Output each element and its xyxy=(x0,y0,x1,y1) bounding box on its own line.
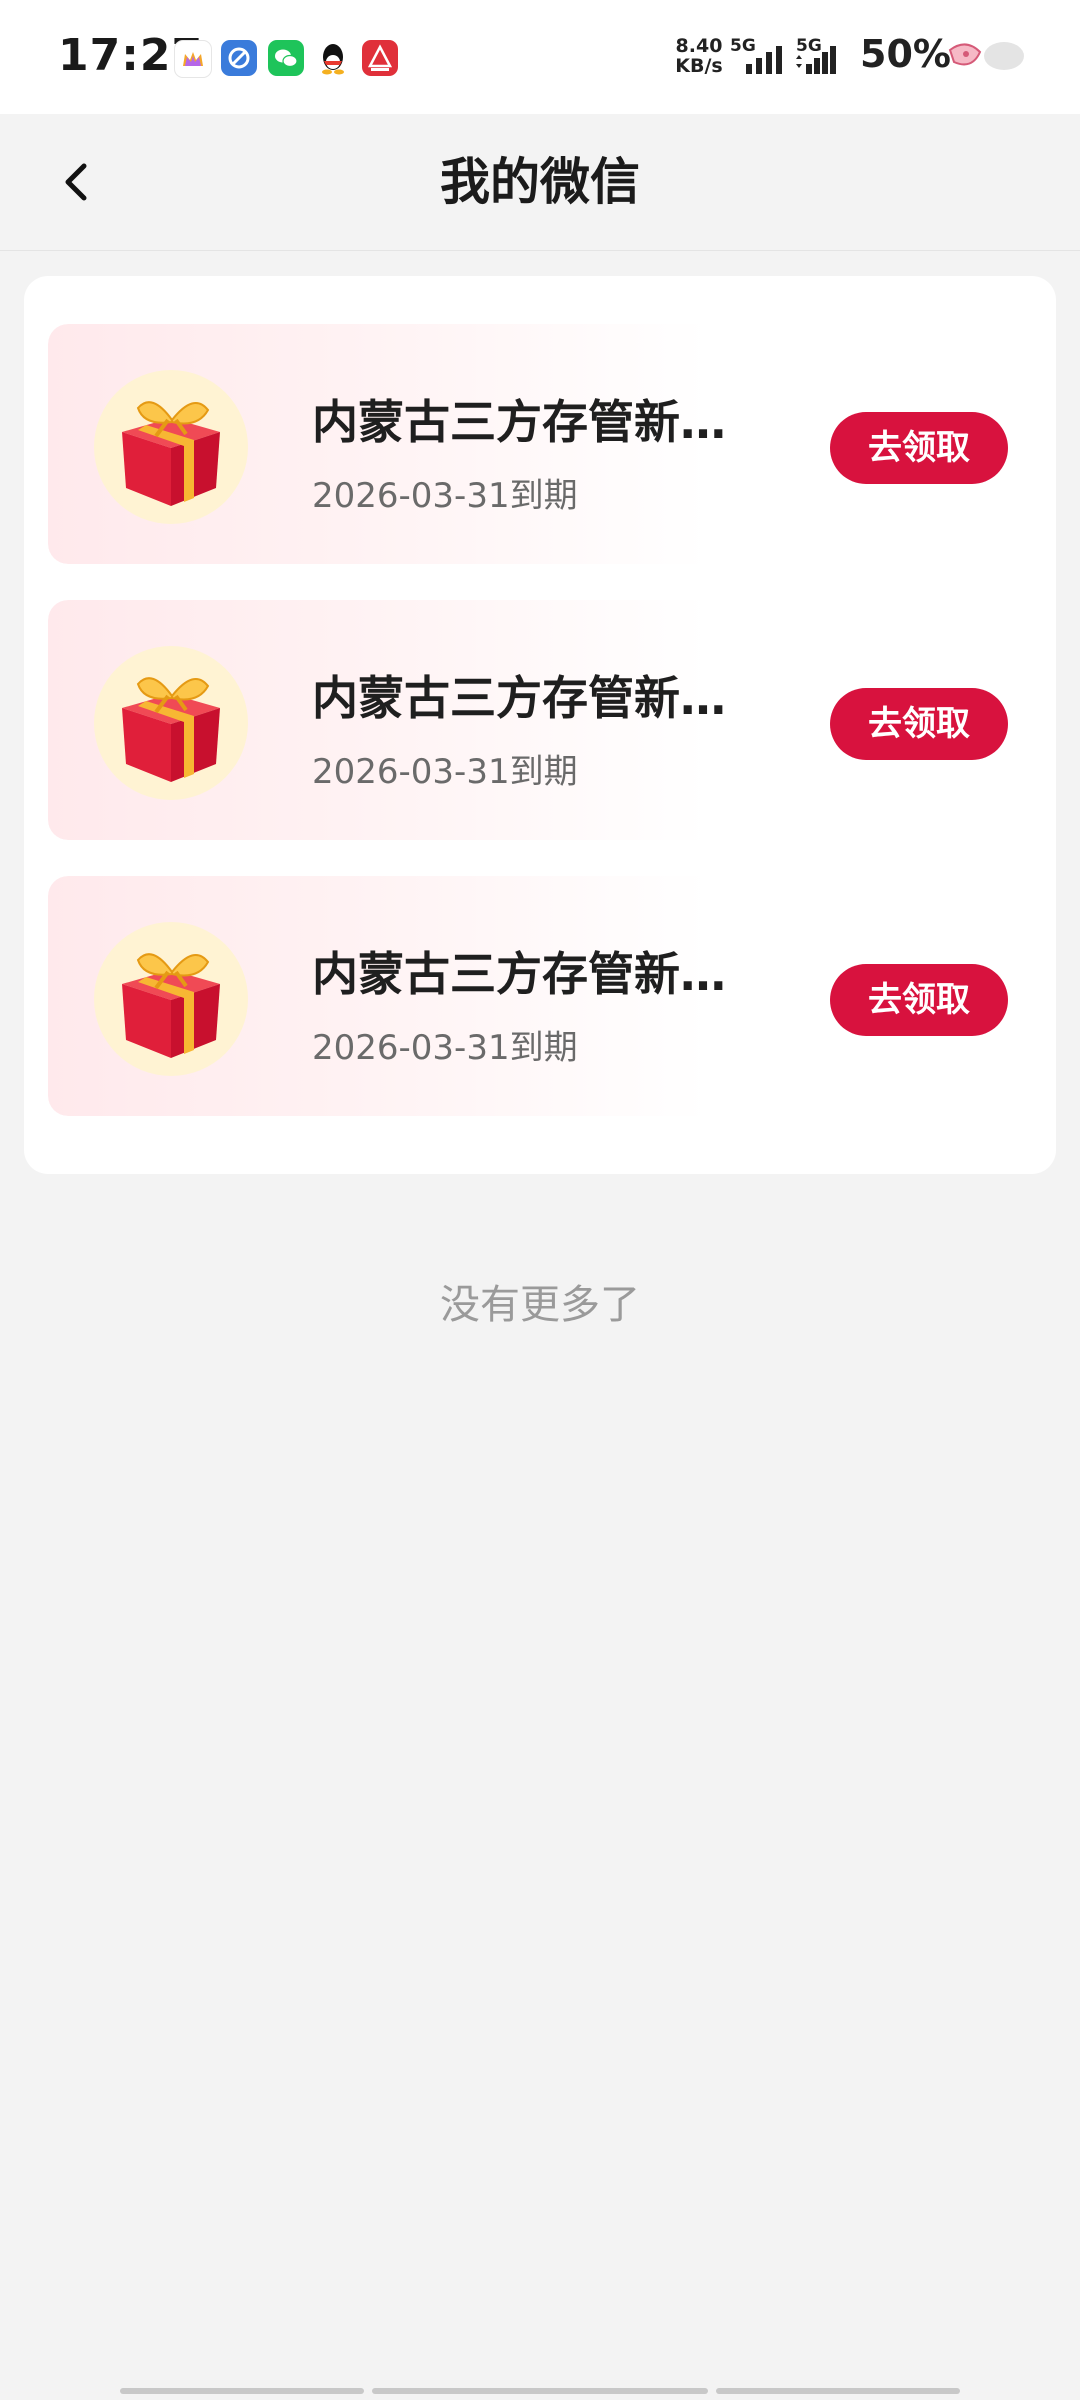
status-bar: 17:27 8.40 KB/s 5G 5G 50% xyxy=(0,0,1080,114)
network-speed: 8.40 KB/s xyxy=(664,36,734,76)
no-more-text: 没有更多了 xyxy=(440,1282,640,1328)
network-speed-unit: KB/s xyxy=(675,55,723,77)
gesture-bar-right xyxy=(716,2388,960,2394)
qq-icon xyxy=(315,40,351,76)
coupon-title: 内蒙古三方存管新… xyxy=(312,947,726,1001)
coupon-expiry: 2026-03-31到期 xyxy=(312,752,578,792)
gesture-bar-left xyxy=(120,2388,364,2394)
coupon-item: 内蒙古三方存管新… 2026-03-31到期 去领取 xyxy=(48,324,1032,564)
page-title: 我的微信 xyxy=(440,153,640,211)
gift-box-icon xyxy=(94,646,248,800)
back-button[interactable] xyxy=(46,150,110,214)
coupon-item: 内蒙古三方存管新… 2026-03-31到期 去领取 xyxy=(48,876,1032,1116)
signal-strength-icon xyxy=(746,46,782,74)
nav-header: 我的微信 xyxy=(0,114,1080,251)
browser-app-icon xyxy=(221,40,257,76)
coupon-list: 内蒙古三方存管新… 2026-03-31到期 去领取 内蒙古三方存管新… 202… xyxy=(24,276,1056,1174)
chevron-left-icon xyxy=(65,163,87,201)
coupon-expiry: 2026-03-31到期 xyxy=(312,1028,578,1068)
gesture-bar-center[interactable] xyxy=(372,2388,708,2394)
network-speed-value: 8.40 xyxy=(675,35,723,57)
coupon-title: 内蒙古三方存管新… xyxy=(312,671,726,725)
gift-box-icon xyxy=(94,370,248,524)
coupon-item: 内蒙古三方存管新… 2026-03-31到期 去领取 xyxy=(48,600,1032,840)
signal-strength-icon-2 xyxy=(796,46,836,74)
claim-button[interactable]: 去领取 xyxy=(830,412,1008,484)
coupon-title: 内蒙古三方存管新… xyxy=(312,395,726,449)
claim-button[interactable]: 去领取 xyxy=(830,688,1008,760)
crown-app-icon xyxy=(174,40,212,78)
red-app-icon xyxy=(362,40,398,76)
battery-level: 50% xyxy=(860,32,951,76)
battery-deco-icon xyxy=(948,42,1024,70)
gift-box-icon xyxy=(94,922,248,1076)
coupon-expiry: 2026-03-31到期 xyxy=(312,476,578,516)
claim-button[interactable]: 去领取 xyxy=(830,964,1008,1036)
wechat-icon xyxy=(268,40,304,76)
